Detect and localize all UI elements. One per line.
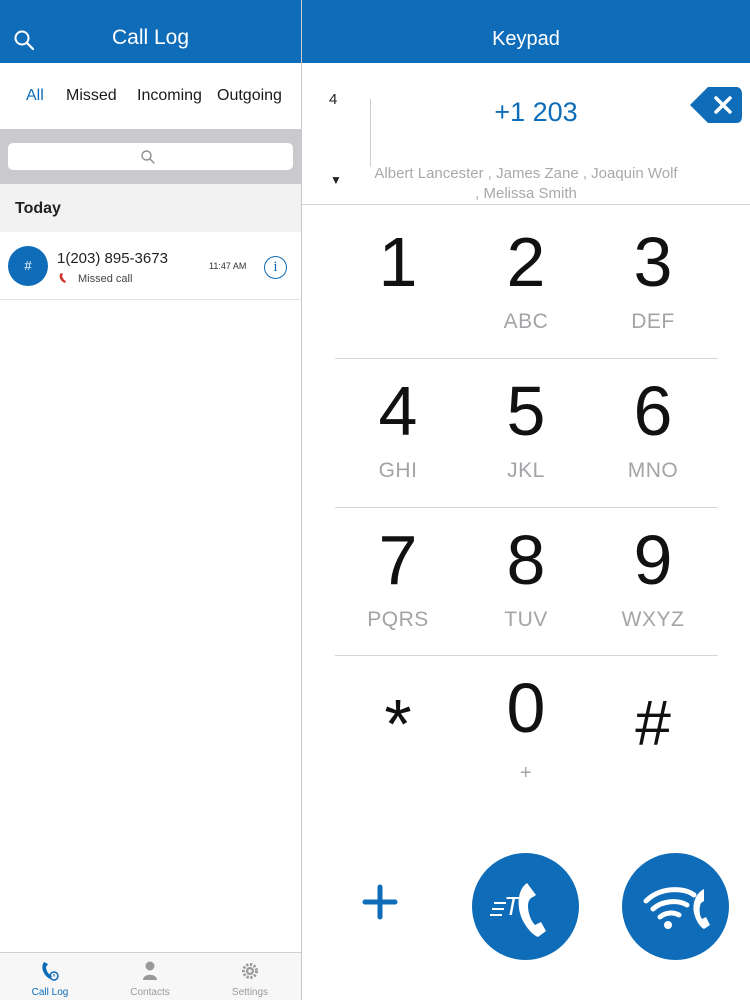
call-time: 11:47 AM: [209, 261, 247, 271]
keypad-header: Keypad: [302, 0, 750, 63]
section-title: Today: [15, 200, 61, 217]
call-transfer-icon: T: [490, 883, 546, 937]
tab-contacts[interactable]: Contacts: [100, 953, 200, 1000]
call-log-row[interactable]: # 1(203) 895-3673 Missed call 11:47 AM i: [0, 232, 301, 300]
call-button[interactable]: T: [472, 853, 579, 960]
key-7[interactable]: 7 PQRS: [334, 520, 462, 660]
keypad-title: Keypad: [492, 28, 560, 50]
person-icon: [143, 961, 157, 980]
key-letters: ABC: [503, 310, 549, 333]
tab-label: Settings: [231, 987, 269, 998]
key-digit: 1: [378, 223, 418, 301]
key-2[interactable]: 2 ABC: [462, 222, 590, 362]
key-letters: GHI: [378, 459, 418, 482]
call-log-title: Call Log: [111, 26, 190, 49]
missed-call-icon: [59, 273, 66, 283]
key-letters: TUV: [504, 608, 548, 631]
key-digit: *: [384, 685, 412, 763]
key-letters: PQRS: [367, 608, 429, 631]
key-6[interactable]: 6 MNO: [589, 371, 717, 511]
key-digit: 0: [506, 669, 546, 747]
key-letters: DEF: [631, 310, 675, 333]
info-icon[interactable]: i: [264, 256, 287, 279]
filter-incoming[interactable]: Incoming: [137, 87, 202, 105]
key-hash[interactable]: #: [589, 686, 717, 826]
key-digit: 9: [633, 521, 673, 599]
tab-label: Contacts: [130, 987, 170, 998]
avatar: #: [8, 246, 48, 286]
filter-bar: All Missed Incoming Outgoing: [0, 63, 301, 129]
key-4[interactable]: 4 GHI: [334, 371, 462, 511]
call-log-icon: [42, 962, 59, 981]
tab-bar: Call Log Contacts Settings: [0, 952, 301, 1000]
keypad-pane: Keypad 4 ▼ +1 203 Albert Lancester , Jam…: [302, 0, 750, 1000]
keypad-row-divider: [335, 358, 718, 359]
key-1[interactable]: 1: [334, 222, 462, 362]
key-digit: 2: [506, 223, 546, 301]
filter-all[interactable]: All: [26, 87, 44, 105]
key-letters: WXYZ: [621, 608, 685, 631]
plus-icon[interactable]: [362, 884, 398, 920]
key-digit: 4: [378, 372, 418, 450]
keypad-row-divider: [335, 507, 718, 508]
call-log-header: Call Log: [0, 0, 301, 63]
dial-separator: [370, 99, 371, 167]
call-status: Missed call: [78, 273, 133, 285]
contact-suggestions[interactable]: Albert Lancester , James Zane , Joaquin …: [372, 164, 680, 204]
match-count: 4: [329, 91, 338, 108]
key-8[interactable]: 8 TUV: [462, 520, 590, 660]
wifi-call-button[interactable]: [622, 853, 729, 960]
key-letters: MNO: [627, 459, 679, 482]
key-star[interactable]: *: [334, 680, 462, 820]
gear-icon: [242, 963, 258, 979]
key-letters: JKL: [507, 459, 545, 482]
match-expand-toggle[interactable]: ▼: [330, 173, 342, 187]
section-header: Today: [0, 184, 301, 232]
tab-settings[interactable]: Settings: [200, 953, 300, 1000]
key-digit: 5: [506, 372, 546, 450]
key-digit: 7: [378, 521, 418, 599]
key-digit: 3: [633, 223, 673, 301]
wifi-call-icon: [643, 887, 710, 929]
search-icon: [141, 150, 155, 164]
key-digit: 8: [506, 521, 546, 599]
filter-outgoing[interactable]: Outgoing: [217, 87, 282, 105]
key-0[interactable]: 0 +: [462, 668, 590, 808]
key-9[interactable]: 9 WXYZ: [589, 520, 717, 660]
key-digit: 6: [633, 372, 673, 450]
tab-call-log[interactable]: Call Log: [0, 953, 100, 1000]
key-letters: +: [519, 762, 533, 784]
key-digit: #: [635, 687, 671, 759]
svg-text:T: T: [504, 891, 522, 921]
tab-label: Call Log: [31, 987, 69, 998]
backspace-icon[interactable]: [688, 83, 744, 127]
search-input[interactable]: [8, 143, 293, 170]
filter-missed[interactable]: Missed: [66, 87, 117, 105]
key-3[interactable]: 3 DEF: [589, 222, 717, 362]
call-log-pane: Call Log All Missed Incoming Outgoing To…: [0, 0, 301, 1000]
app: Call Log All Missed Incoming Outgoing To…: [0, 0, 750, 1000]
search-strip: [0, 129, 301, 184]
key-5[interactable]: 5 JKL: [462, 371, 590, 511]
keypad-row-divider: [335, 655, 718, 656]
caller-number: 1(203) 895-3673: [57, 250, 168, 267]
dial-display: 4 ▼ +1 203 Albert Lancester , James Zane…: [302, 63, 750, 205]
